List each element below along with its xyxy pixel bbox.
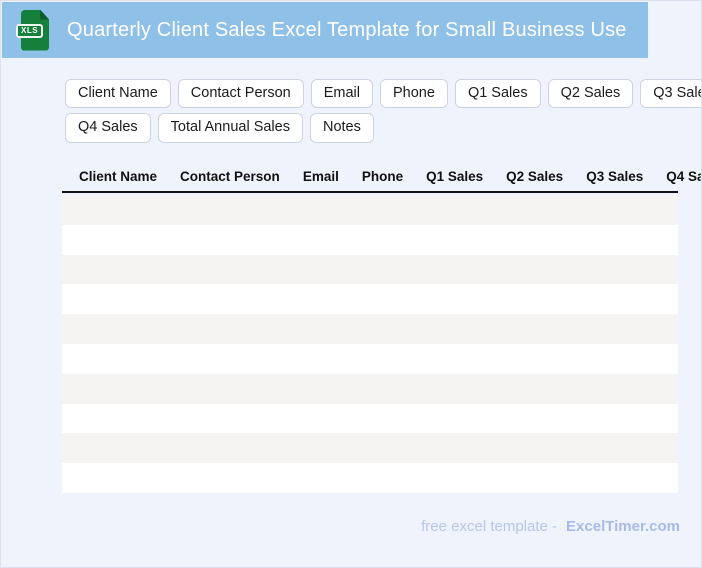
- field-chip[interactable]: Contact Person: [177, 79, 304, 109]
- field-chip[interactable]: Total Annual Sales: [157, 113, 303, 143]
- table-row: [62, 433, 678, 464]
- table-header-row: Client Name Contact Person Email Phone Q1 Sa…: [62, 162, 701, 193]
- column-header: Q3 Sales: [586, 169, 644, 184]
- column-header: Email: [302, 169, 339, 184]
- field-chip-list: Client Name Contact Person Email Phone Q1 Sa…: [65, 79, 701, 143]
- field-chip[interactable]: Email: [310, 79, 373, 109]
- xls-file-icon: XLS: [16, 9, 51, 51]
- column-header: Phone: [361, 169, 404, 184]
- xls-fold-corner: [40, 9, 49, 20]
- table-row: [62, 284, 678, 315]
- table-row: [62, 314, 678, 344]
- table-body: [62, 195, 678, 493]
- column-header: Client Name: [79, 169, 158, 184]
- column-header: Q1 Sales: [426, 169, 484, 184]
- table-row: [62, 254, 678, 285]
- field-chip[interactable]: Phone: [380, 79, 448, 109]
- column-header: Q4 Sales: [666, 169, 701, 184]
- table-row: [62, 463, 678, 493]
- footer-note: free excel template -: [421, 518, 558, 535]
- field-chip-row-1: Client Name Contact Person Email Phone Q1 Sa…: [65, 79, 701, 109]
- table-row: [62, 195, 678, 225]
- field-chip[interactable]: Q1 Sales: [454, 79, 541, 109]
- field-chip-row-2: Q4 Sales Total Annual Sales Notes: [65, 113, 701, 143]
- column-header: Contact Person: [180, 169, 280, 184]
- xls-badge: XLS: [16, 23, 44, 39]
- field-chip[interactable]: Client Name: [65, 79, 171, 109]
- header-bar: XLS Quarterly Client Sales Excel Templat…: [2, 2, 648, 58]
- footer: free excel template - ExcelTimer.com: [421, 518, 680, 535]
- field-chip[interactable]: Notes: [309, 113, 374, 143]
- table-row: [62, 373, 678, 404]
- table-row: [62, 343, 678, 374]
- field-chip[interactable]: Q4 Sales: [65, 113, 151, 143]
- table-row: [62, 403, 678, 434]
- page-title: Quarterly Client Sales Excel Template fo…: [67, 18, 627, 41]
- field-chip[interactable]: Q3 Sales: [640, 79, 701, 109]
- page: XLS Quarterly Client Sales Excel Templat…: [0, 0, 702, 568]
- column-header: Q2 Sales: [506, 169, 564, 184]
- table-row: [62, 224, 678, 255]
- field-chip[interactable]: Q2 Sales: [547, 79, 634, 109]
- footer-brand-link[interactable]: ExcelTimer.com: [566, 518, 680, 535]
